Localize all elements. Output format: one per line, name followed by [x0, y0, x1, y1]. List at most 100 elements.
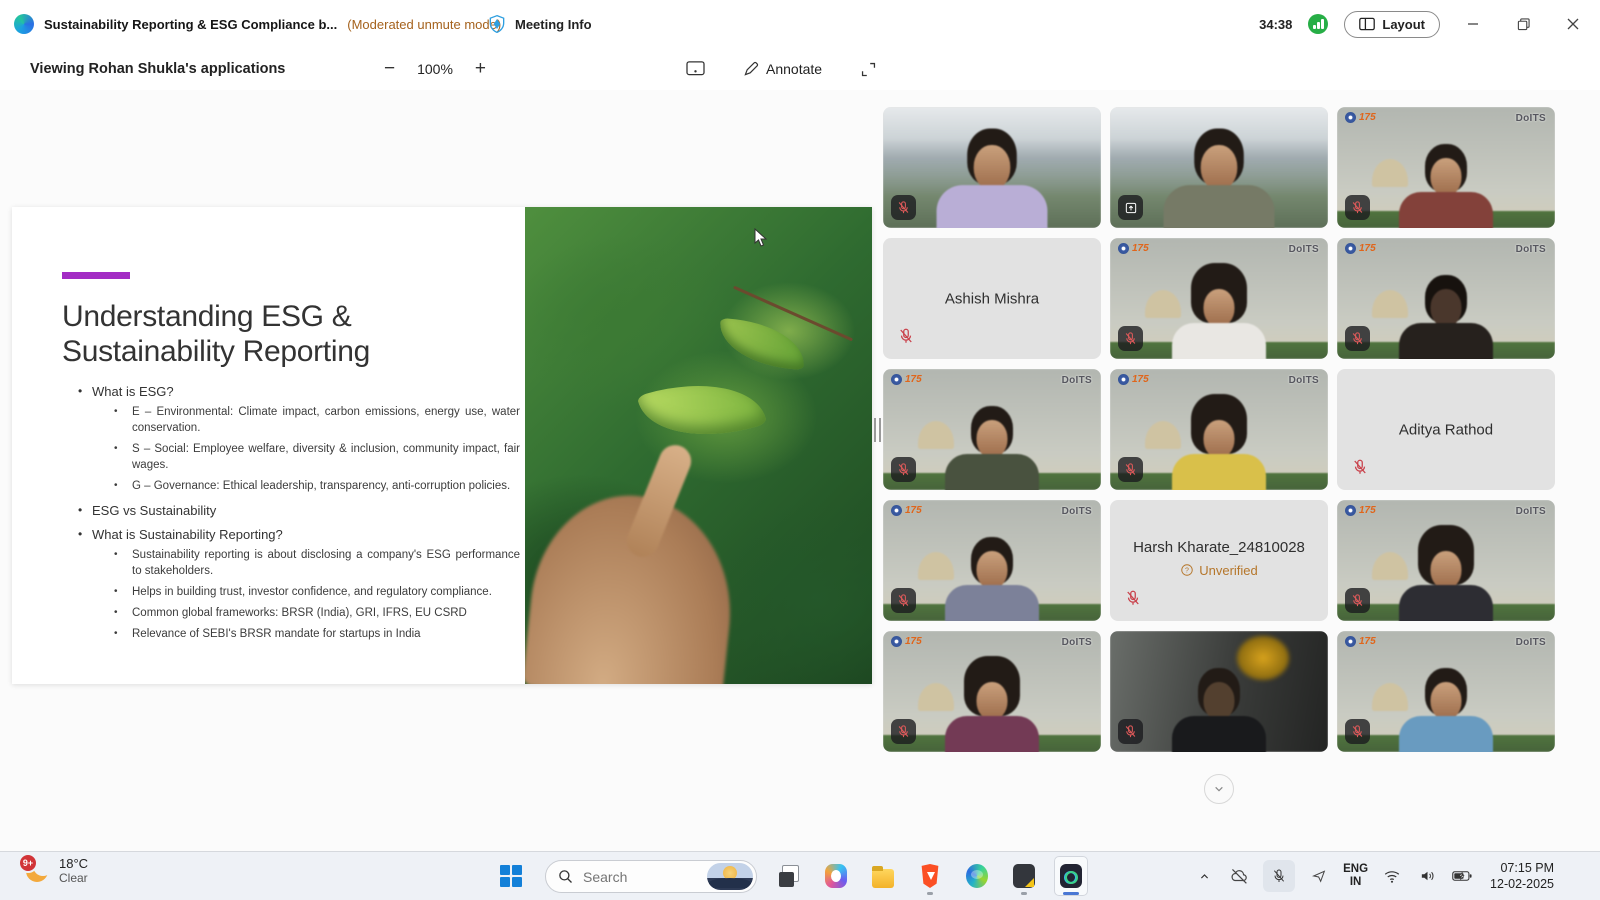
participant-tile[interactable] — [883, 107, 1101, 228]
iit-roorkee-logo: 175 — [1345, 505, 1376, 516]
doits-watermark: DoITS — [1516, 113, 1546, 124]
taskbar-apps — [772, 852, 1088, 900]
close-button[interactable] — [1556, 7, 1590, 41]
titlebar-right: 34:38 Layout — [1259, 0, 1590, 48]
participant-tile[interactable]: 175DoITS — [1337, 500, 1555, 621]
participant-tile[interactable] — [1110, 107, 1328, 228]
zoom-out-button[interactable]: − — [380, 58, 399, 80]
mic-muted-icon[interactable] — [1263, 860, 1295, 892]
copilot-button[interactable] — [819, 856, 853, 896]
participant-silhouette — [921, 129, 1063, 228]
restore-button[interactable] — [1506, 7, 1540, 41]
bullet-text: Sustainability reporting is about disclo… — [132, 547, 520, 579]
wifi-icon[interactable] — [1381, 861, 1403, 891]
onedrive-off-icon[interactable] — [1228, 861, 1250, 891]
windows-taskbar: 9+ 18°C Clear ENGIN 07:15 PM12-02-2025 — [0, 851, 1600, 900]
weather-condition: Clear — [59, 871, 88, 885]
share-tools: Annotate — [680, 48, 883, 90]
slide-title-line2: Sustainability Reporting — [62, 334, 370, 369]
search-input[interactable] — [581, 868, 695, 886]
slide-bullet: G – Governance: Ethical leadership, tran… — [114, 478, 520, 494]
scroll-down-button[interactable] — [1204, 774, 1234, 804]
slide-bullet: ESG vs Sustainability — [78, 503, 520, 518]
zoom-in-button[interactable]: + — [471, 58, 490, 80]
clock[interactable]: 07:15 PM12-02-2025 — [1490, 860, 1554, 892]
iit-roorkee-logo: 175 — [1345, 636, 1376, 647]
unverified-label: Unverified — [1199, 563, 1258, 578]
task-view-button[interactable] — [772, 856, 806, 896]
participant-tile[interactable]: 175 DoITS — [1337, 107, 1555, 228]
participant-silhouette — [1386, 275, 1506, 359]
participant-silhouette — [1386, 144, 1506, 228]
slide-bullets: What is ESG?E – Environmental: Climate i… — [78, 375, 520, 647]
mic-muted-icon — [1351, 458, 1369, 481]
slide-title-line1: Understanding ESG & — [62, 299, 370, 334]
participant-tile[interactable]: 175DoITS — [1337, 238, 1555, 359]
battery-charging-icon[interactable] — [1451, 861, 1473, 891]
chevron-up-icon[interactable] — [1193, 861, 1215, 891]
175-anniversary-mark: 175 — [1359, 112, 1376, 123]
participant-silhouette — [932, 406, 1052, 490]
participant-tile[interactable]: 175DoITS — [883, 369, 1101, 490]
participant-tile[interactable]: 175DoITS — [1110, 238, 1328, 359]
running-app-indicator — [927, 892, 933, 895]
participant-tile[interactable]: Aditya Rathod — [1337, 369, 1555, 490]
volume-icon[interactable] — [1416, 861, 1438, 891]
institute-roundel-icon — [1118, 374, 1129, 385]
participant-tile[interactable]: 175DoITS — [1110, 369, 1328, 490]
webex-button[interactable] — [1054, 856, 1088, 896]
titlebar: Sustainability Reporting & ESG Complianc… — [0, 0, 1600, 48]
photo-hand — [525, 486, 742, 684]
language-line1: ENG — [1343, 863, 1368, 876]
language-indicator[interactable]: ENGIN — [1343, 863, 1368, 889]
search-box[interactable] — [545, 860, 757, 893]
175-anniversary-mark: 175 — [905, 636, 922, 647]
iit-roorkee-logo: 175 — [1118, 243, 1149, 254]
participant-tile[interactable]: 175DoITS — [883, 500, 1101, 621]
start-button[interactable] — [500, 865, 522, 887]
webex-meeting-window: Sustainability Reporting & ESG Complianc… — [0, 0, 1600, 900]
bullet-text: What is Sustainability Reporting? — [92, 527, 283, 542]
brave-button[interactable] — [913, 856, 947, 896]
layout-grid-icon — [1359, 17, 1375, 31]
minimize-button[interactable] — [1456, 7, 1490, 41]
file-explorer-button[interactable] — [866, 856, 900, 896]
tray-date: 12-02-2025 — [1490, 876, 1554, 892]
annotate-button[interactable]: Annotate — [737, 60, 828, 78]
mic-muted-icon — [1345, 588, 1370, 613]
175-anniversary-mark: 175 — [1132, 374, 1149, 385]
bullet-dot — [114, 626, 132, 642]
running-app-indicator — [1021, 892, 1027, 895]
location-icon[interactable] — [1308, 861, 1330, 891]
notepad-button[interactable] — [1007, 856, 1041, 896]
slide-bullet: Common global frameworks: BRSR (India), … — [114, 605, 520, 621]
layout-button[interactable]: Layout — [1344, 11, 1440, 38]
participant-name: Aditya Rathod — [1337, 421, 1555, 438]
participant-tile[interactable]: Ashish Mishra — [883, 238, 1101, 359]
share-toolbar: Viewing Rohan Shukla's applications − 10… — [0, 48, 1600, 91]
slide-accent-bar — [62, 272, 130, 279]
participant-tile[interactable]: Harsh Kharate_24810028?Unverified — [1110, 500, 1328, 621]
weather-widget[interactable]: 9+ 18°C Clear — [24, 856, 88, 885]
moderated-mode-label: (Moderated unmute mode) — [347, 17, 501, 32]
bullet-dot — [114, 547, 132, 579]
view-options-button[interactable] — [680, 60, 711, 79]
participant-tile[interactable]: 175DoITS — [1337, 631, 1555, 752]
bullet-text: ESG vs Sustainability — [92, 503, 216, 518]
participant-silhouette — [1148, 129, 1290, 228]
meeting-info-button[interactable]: Meeting Info — [487, 0, 592, 48]
shared-content-stage: Understanding ESG & Sustainability Repor… — [0, 90, 1600, 852]
svg-text:?: ? — [1185, 568, 1189, 575]
expand-button[interactable] — [854, 60, 883, 79]
doits-watermark: DoITS — [1062, 637, 1092, 648]
iit-roorkee-logo: 175 — [1345, 112, 1376, 123]
bullet-dot — [114, 441, 132, 473]
mic-muted-icon — [1124, 589, 1142, 612]
edge-button[interactable] — [960, 856, 994, 896]
photo-leaf — [637, 364, 768, 456]
participant-tile[interactable] — [1110, 631, 1328, 752]
institute-roundel-icon — [891, 374, 902, 385]
slide-bullet: Sustainability reporting is about disclo… — [114, 547, 520, 579]
participant-tile[interactable]: 175 DoITS — [883, 631, 1101, 752]
bullet-text: E – Environmental: Climate impact, carbo… — [132, 404, 520, 436]
